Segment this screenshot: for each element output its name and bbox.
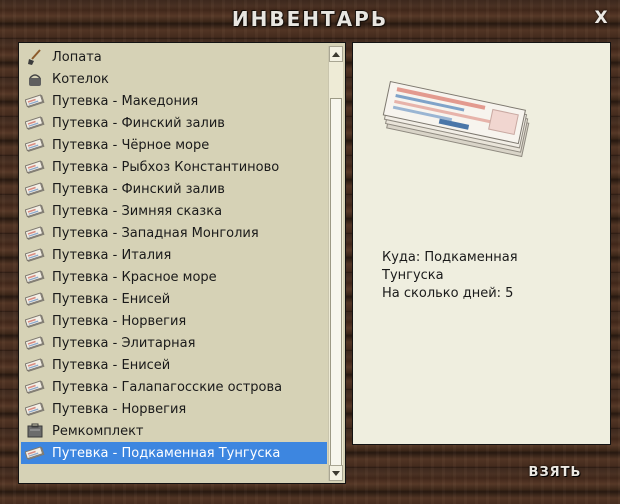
list-item[interactable]: Путевка - Македония — [21, 90, 327, 112]
list-item-label: Путевка - Македония — [52, 93, 199, 109]
list-item-label: Лопата — [52, 49, 102, 65]
destination-line-cont: Тунгуска — [382, 268, 444, 283]
list-item-label: Ремкомплект — [52, 423, 144, 439]
ticket-icon — [24, 158, 46, 176]
ticket-icon — [24, 180, 46, 198]
list-item[interactable]: Путевка - Финский залив — [21, 178, 327, 200]
list-item[interactable]: Путевка - Италия — [21, 244, 327, 266]
chevron-up-icon — [332, 51, 340, 57]
ticket-icon — [24, 114, 46, 132]
ticket-image — [381, 65, 541, 169]
list-item[interactable]: Путевка - Подкаменная Тунгуска — [21, 442, 327, 464]
scrollbar-thumb[interactable] — [330, 98, 342, 466]
list-item[interactable]: Путевка - Енисей — [21, 288, 327, 310]
list-item[interactable]: Путевка - Чёрное море — [21, 134, 327, 156]
pot-icon — [24, 70, 46, 88]
ticket-icon — [24, 290, 46, 308]
list-item[interactable]: Путевка - Западная Монголия — [21, 222, 327, 244]
list-item[interactable]: Путевка - Зимняя сказка — [21, 200, 327, 222]
scroll-up-button[interactable] — [329, 46, 343, 62]
take-button[interactable]: ВЗЯТЬ — [520, 465, 590, 485]
scroll-down-button[interactable] — [329, 465, 343, 481]
destination-line: Куда: Подкаменная — [382, 250, 518, 265]
list-item-label: Путевка - Подкаменная Тунгуска — [52, 445, 281, 461]
list-item-label: Путевка - Финский залив — [52, 115, 225, 131]
list-item[interactable]: Путевка - Енисей — [21, 354, 327, 376]
inventory-list: Лопата Котелок Путевка - Македония Путевка … — [21, 46, 327, 482]
ticket-icon — [24, 334, 46, 352]
ticket-icon — [24, 400, 46, 418]
item-description: Куда: Подкаменная Тунгуска На сколько дн… — [382, 249, 592, 303]
list-item[interactable]: Путевка - Норвегия — [21, 398, 327, 420]
list-item-label: Путевка - Енисей — [52, 291, 171, 307]
list-item[interactable]: Путевка - Норвегия — [21, 310, 327, 332]
list-item-label: Путевка - Элитарная — [52, 335, 196, 351]
ticket-icon — [24, 378, 46, 396]
close-button[interactable]: X — [592, 9, 610, 27]
list-item-label: Путевка - Италия — [52, 247, 172, 263]
list-item[interactable]: Путевка - Красное море — [21, 266, 327, 288]
ticket-icon — [24, 312, 46, 330]
ticket-icon — [24, 444, 46, 462]
inventory-list-panel: Лопата Котелок Путевка - Македония Путевка … — [18, 42, 346, 484]
item-detail-panel: Куда: Подкаменная Тунгуска На сколько дн… — [352, 42, 611, 445]
ticket-icon — [24, 224, 46, 242]
list-item[interactable]: Путевка - Галапагосские острова — [21, 376, 327, 398]
window-title: ИНВЕНТАРЬ — [231, 7, 389, 31]
ticket-icon — [24, 202, 46, 220]
ticket-icon — [24, 246, 46, 264]
list-item-label: Путевка - Енисей — [52, 357, 171, 373]
ticket-icon — [24, 92, 46, 110]
list-item[interactable]: Путевка - Рыбхоз Константиново — [21, 156, 327, 178]
list-item-label: Путевка - Рыбхоз Константиново — [52, 159, 280, 175]
list-item-label: Путевка - Норвегия — [52, 401, 187, 417]
ticket-icon — [24, 356, 46, 374]
shovel-icon — [24, 48, 46, 66]
list-item-label: Котелок — [52, 71, 109, 87]
list-item-label: Путевка - Красное море — [52, 269, 217, 285]
list-item-label: Путевка - Норвегия — [52, 313, 187, 329]
list-item[interactable]: Путевка - Финский залив — [21, 112, 327, 134]
list-item-label: Путевка - Зимняя сказка — [52, 203, 223, 219]
scrollbar[interactable] — [328, 46, 343, 481]
list-item[interactable]: Котелок — [21, 68, 327, 90]
repair-kit-icon — [24, 422, 46, 440]
list-item[interactable]: Лопата — [21, 46, 327, 68]
list-item-label: Путевка - Галапагосские острова — [52, 379, 283, 395]
list-item-label: Путевка - Западная Монголия — [52, 225, 259, 241]
ticket-icon — [24, 136, 46, 154]
days-line: На сколько дней: 5 — [382, 286, 514, 301]
list-item[interactable]: Путевка - Элитарная — [21, 332, 327, 354]
ticket-icon — [24, 268, 46, 286]
list-item-label: Путевка - Чёрное море — [52, 137, 210, 153]
list-item-label: Путевка - Финский залив — [52, 181, 225, 197]
list-item[interactable]: Ремкомплект — [21, 420, 327, 442]
chevron-down-icon — [332, 470, 340, 476]
